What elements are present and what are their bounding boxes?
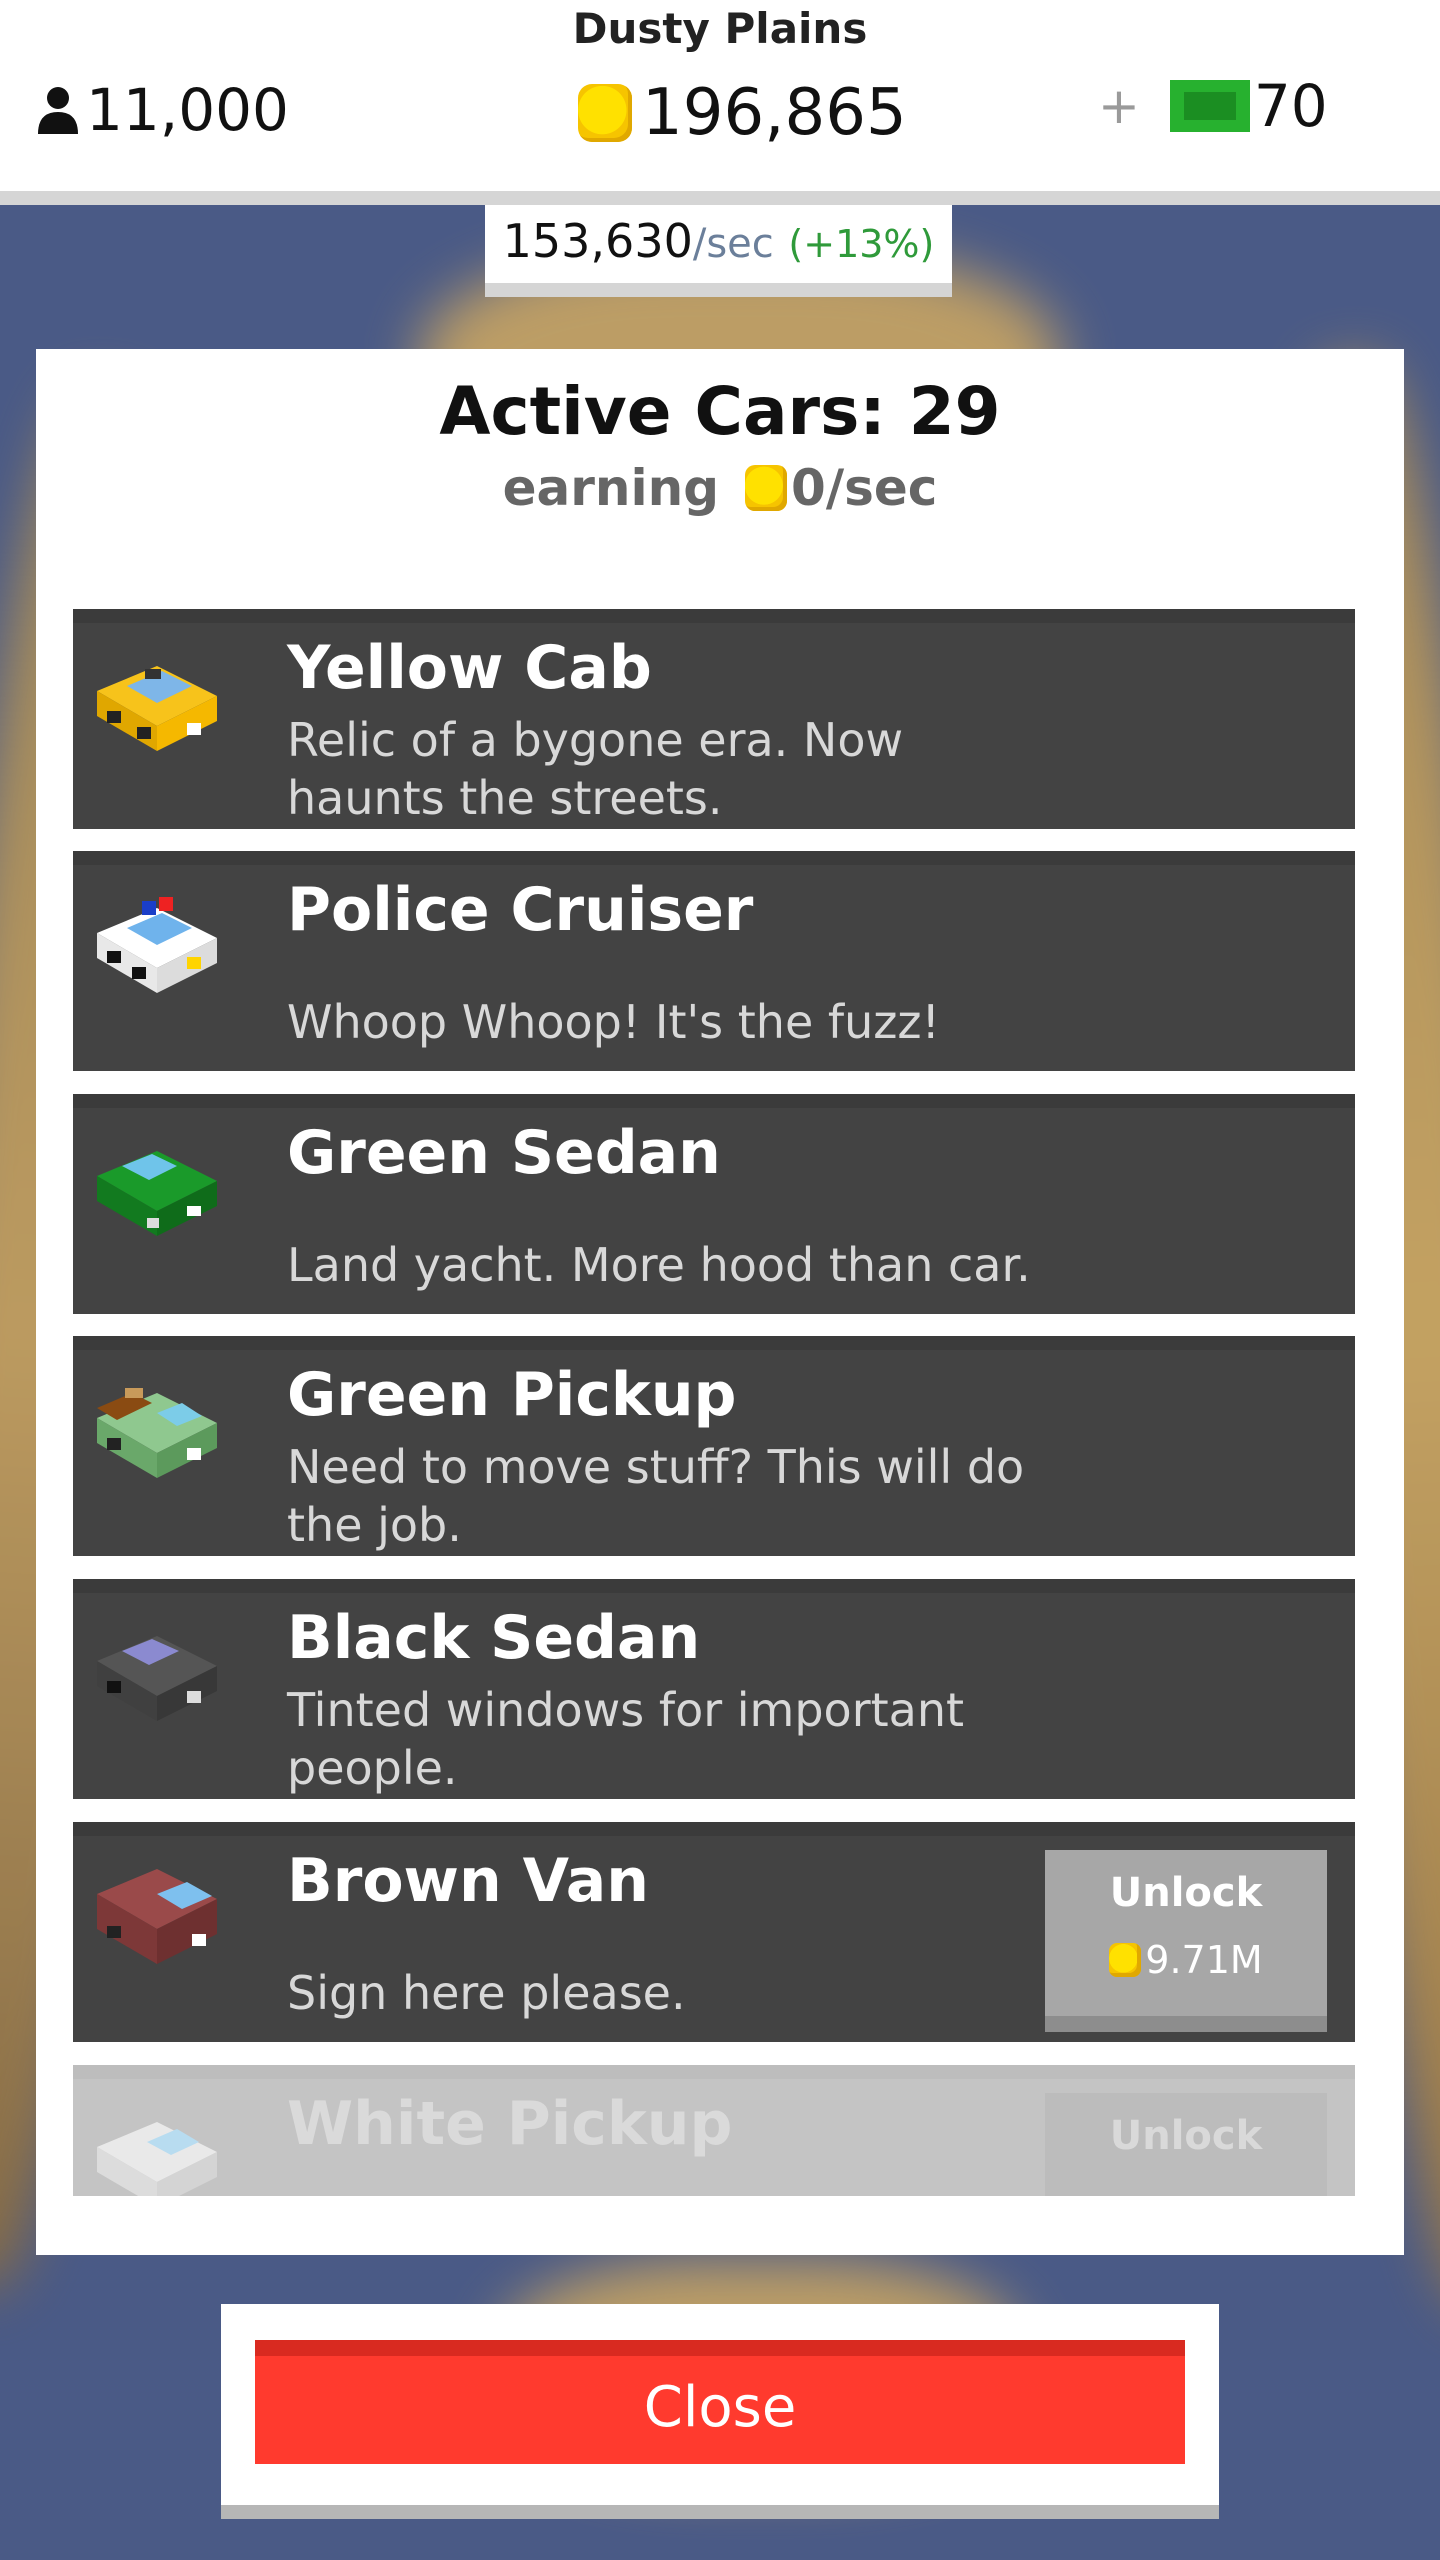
- coin-icon: [745, 465, 788, 511]
- car-card-green-sedan[interactable]: Green Sedan Land yacht. More hood than c…: [73, 1094, 1355, 1314]
- white-pickup-icon: [97, 2122, 217, 2196]
- close-button[interactable]: Close: [255, 2340, 1185, 2464]
- active-cars-panel: Active Cars: 29 earning 0/sec Yellow Cab…: [36, 349, 1404, 2255]
- earning-label: earning: [502, 459, 720, 517]
- population-value: 11,000: [86, 76, 289, 144]
- car-description: Land yacht. More hood than car.: [287, 1238, 1031, 1292]
- rate-value: 153,630: [502, 214, 693, 268]
- coin-icon: [1109, 1943, 1142, 1977]
- car-description: Sign here please.: [287, 1966, 686, 2020]
- green-pickup-icon: [97, 1388, 217, 1478]
- car-name: Brown Van: [287, 1846, 649, 1916]
- car-description: Relic of a bygone era. Now haunts the st…: [287, 713, 904, 825]
- brown-van-icon: [97, 1869, 217, 1964]
- coin-value: 196,865: [642, 76, 907, 150]
- car-list[interactable]: Yellow Cab Relic of a bygone era. Now ha…: [73, 609, 1355, 2196]
- car-name: Green Pickup: [287, 1360, 737, 1430]
- unlock-price-value: 9.71M: [1145, 1938, 1263, 1982]
- add-cash-icon[interactable]: +: [1098, 77, 1140, 135]
- unlock-label: Unlock: [1109, 2113, 1263, 2159]
- car-name: Green Sedan: [287, 1118, 721, 1188]
- population-display: 11,000: [36, 72, 289, 148]
- panel-title: Active Cars: 29: [439, 373, 1001, 450]
- car-name: Black Sedan: [287, 1603, 701, 1673]
- rate-unit: /sec: [692, 221, 774, 267]
- income-rate: 153,630/sec (+13%): [485, 205, 952, 297]
- unlock-label: Unlock: [1109, 1870, 1263, 1916]
- green-sedan-icon: [97, 1151, 217, 1236]
- coin-balance: 196,865: [578, 76, 907, 150]
- unlock-button[interactable]: Unlock 9.71M: [1045, 1850, 1327, 2032]
- unlock-price: 9.71M: [1045, 1938, 1327, 1982]
- car-name: Police Cruiser: [287, 875, 754, 945]
- person-icon: [38, 87, 78, 134]
- region-name: Dusty Plains: [572, 4, 868, 53]
- close-button-container: Close: [221, 2304, 1219, 2519]
- coin-icon: [578, 84, 632, 142]
- unlock-button[interactable]: Unlock: [1045, 2093, 1327, 2196]
- car-card-yellow-cab[interactable]: Yellow Cab Relic of a bygone era. Now ha…: [73, 609, 1355, 829]
- black-sedan-icon: [97, 1636, 217, 1721]
- car-description: Whoop Whoop! It's the fuzz!: [287, 995, 940, 1049]
- car-card-brown-van[interactable]: Brown Van Sign here please. Unlock 9.71M: [73, 1822, 1355, 2042]
- police-cruiser-icon: [97, 897, 217, 993]
- car-name: White Pickup: [287, 2089, 733, 2159]
- car-card-black-sedan[interactable]: Black Sedan Tinted windows for important…: [73, 1579, 1355, 1799]
- rate-bonus: (+13%): [788, 222, 935, 266]
- car-description: Tinted windows for important people.: [287, 1683, 965, 1795]
- car-card-police-cruiser[interactable]: Police Cruiser Whoop Whoop! It's the fuz…: [73, 851, 1355, 1071]
- car-name: Yellow Cab: [287, 633, 652, 703]
- earning-value: 0/sec: [791, 459, 938, 517]
- car-card-green-pickup[interactable]: Green Pickup Need to move stuff? This wi…: [73, 1336, 1355, 1556]
- car-card-white-pickup[interactable]: White Pickup Unlock: [73, 2065, 1355, 2196]
- top-bar: Dusty Plains 11,000 196,865 + 70: [0, 0, 1440, 205]
- car-description: Need to move stuff? This will do the job…: [287, 1440, 1025, 1552]
- cash-value: 70: [1253, 72, 1328, 140]
- cash-bill-icon: [1169, 80, 1250, 132]
- earning-line: earning 0/sec: [36, 459, 1404, 517]
- cash-balance[interactable]: + 70: [1098, 72, 1328, 140]
- yellow-cab-icon: [97, 666, 217, 751]
